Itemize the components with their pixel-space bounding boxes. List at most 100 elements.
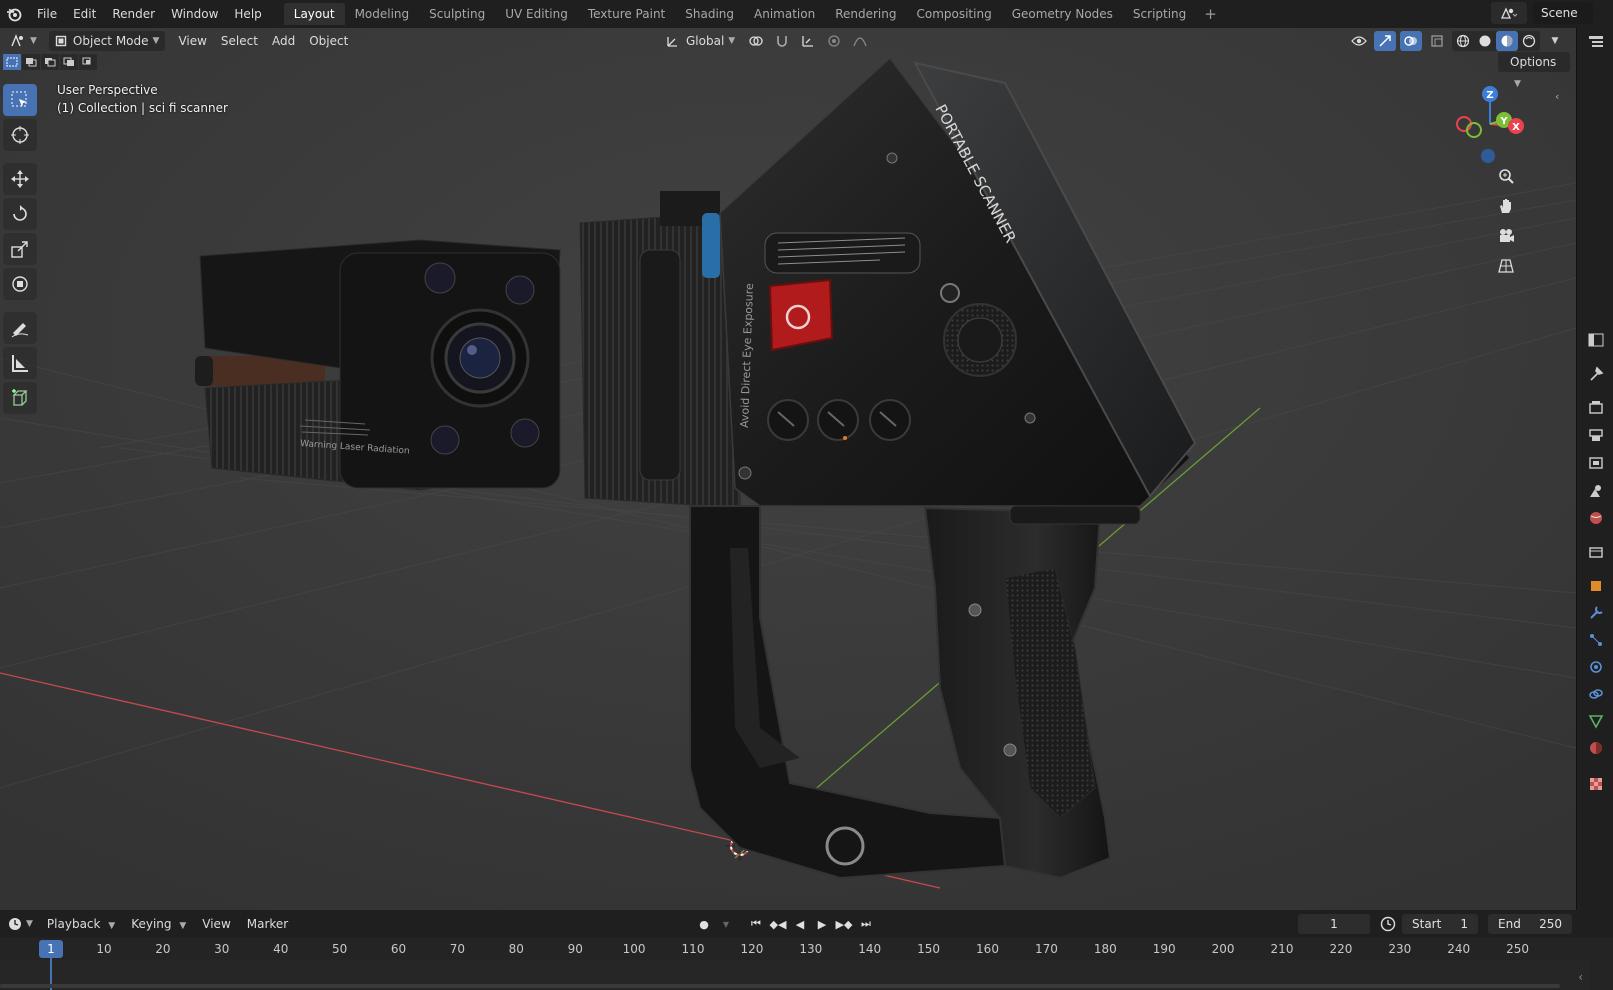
select-subtract-icon[interactable] — [41, 54, 59, 70]
wireframe-shading-icon[interactable] — [1452, 31, 1474, 51]
menu-add[interactable]: Add — [265, 31, 302, 51]
editor-type-button[interactable]: ▼ — [4, 31, 43, 51]
menu-edit[interactable]: Edit — [65, 2, 104, 26]
add-cube-tool[interactable] — [3, 382, 37, 414]
end-frame-field[interactable]: End 250 — [1488, 914, 1572, 934]
select-box-tool[interactable] — [3, 84, 37, 116]
gizmo-toggle-icon[interactable] — [1374, 31, 1396, 51]
zoom-view-button[interactable] — [1492, 162, 1520, 190]
frame-ruler[interactable]: 1 10 20 30 40 50 60 70 80 90 100 110 120 130 140 150 16… — [0, 938, 1590, 960]
sidebar-collapse-chevron-icon[interactable]: ‹ — [1555, 90, 1559, 103]
tab-rendering[interactable]: Rendering — [825, 3, 906, 25]
world-properties-icon[interactable] — [1583, 506, 1609, 530]
render-properties-icon[interactable] — [1583, 395, 1609, 419]
properties-editor-icon[interactable] — [1583, 328, 1609, 352]
jump-to-previous-keyframe-icon[interactable]: ◆◀ — [768, 914, 788, 934]
pan-view-button[interactable] — [1492, 192, 1520, 220]
tab-texture-paint[interactable]: Texture Paint — [578, 3, 675, 25]
select-new-icon[interactable] — [3, 54, 21, 70]
texture-properties-icon[interactable] — [1583, 772, 1609, 796]
material-preview-shading-icon[interactable] — [1496, 31, 1518, 51]
material-properties-icon[interactable] — [1583, 736, 1609, 760]
measure-tool[interactable] — [3, 347, 37, 379]
pivot-point-icon[interactable] — [745, 31, 767, 51]
transform-tool[interactable] — [3, 268, 37, 300]
solid-shading-icon[interactable] — [1474, 31, 1496, 51]
select-difference-icon[interactable] — [60, 54, 78, 70]
menu-render[interactable]: Render — [104, 2, 163, 26]
select-intersect-icon[interactable] — [79, 54, 97, 70]
output-properties-icon[interactable] — [1583, 423, 1609, 447]
scene-icon[interactable] — [1491, 2, 1527, 24]
jump-to-start-icon[interactable]: ⏮ — [746, 914, 766, 934]
constraints-properties-icon[interactable] — [1583, 682, 1609, 706]
tab-modeling[interactable]: Modeling — [345, 3, 420, 25]
outliner-editor-icon[interactable] — [1583, 30, 1609, 54]
tab-scripting[interactable]: Scripting — [1123, 3, 1196, 25]
menu-view[interactable]: View — [171, 31, 213, 51]
play-icon[interactable]: ▶ — [812, 914, 832, 934]
snap-target-icon[interactable] — [797, 31, 819, 51]
select-extend-icon[interactable] — [22, 54, 40, 70]
menu-keying[interactable]: Keying ▼ — [123, 917, 194, 931]
tab-geometry-nodes[interactable]: Geometry Nodes — [1002, 3, 1123, 25]
move-tool[interactable] — [3, 163, 37, 195]
physics-properties-icon[interactable] — [1583, 655, 1609, 679]
tool-properties-icon[interactable] — [1583, 362, 1609, 386]
3d-viewport[interactable]: Warning Laser Radiation PORTABLE SCANNER — [0, 28, 1576, 910]
perspective-toggle-button[interactable] — [1492, 252, 1520, 280]
collection-properties-icon[interactable] — [1583, 540, 1609, 564]
menu-playback[interactable]: Playback ▼ — [39, 917, 123, 931]
preview-range-clock-icon[interactable] — [1380, 916, 1396, 935]
start-frame-field[interactable]: Start 1 — [1402, 914, 1478, 934]
data-properties-icon[interactable] — [1583, 709, 1609, 733]
menu-object[interactable]: Object — [302, 31, 355, 51]
rotate-tool[interactable] — [3, 198, 37, 230]
menu-file[interactable]: File — [29, 2, 65, 26]
timeline-expand-chevron-icon[interactable]: ‹ — [1578, 970, 1583, 984]
visibility-eye-icon[interactable] — [1348, 31, 1370, 51]
shading-options-chevron-icon[interactable]: ▼ — [1544, 31, 1566, 51]
current-frame-field[interactable]: 1 — [1298, 914, 1370, 934]
jump-to-end-icon[interactable]: ⏭ — [856, 914, 876, 934]
tab-uv-editing[interactable]: UV Editing — [495, 3, 578, 25]
tab-animation[interactable]: Animation — [744, 3, 825, 25]
mode-dropdown[interactable]: Object Mode ▼ — [48, 31, 166, 51]
tab-layout[interactable]: Layout — [283, 3, 345, 25]
object-properties-icon[interactable] — [1583, 574, 1609, 598]
view-layer-properties-icon[interactable] — [1583, 451, 1609, 475]
timeline-editor-type-button[interactable]: ▼ — [2, 914, 39, 934]
options-dropdown[interactable]: Options ▼ — [1498, 52, 1570, 89]
keying-options-chevron-icon[interactable]: ▼ — [716, 914, 736, 934]
jump-to-next-keyframe-icon[interactable]: ▶◆ — [834, 914, 854, 934]
blender-logo-icon[interactable] — [3, 3, 25, 25]
tab-compositing[interactable]: Compositing — [906, 3, 1001, 25]
modifier-properties-icon[interactable] — [1583, 601, 1609, 625]
menu-timeline-view[interactable]: View — [194, 917, 238, 931]
orientation-dropdown[interactable]: Global ▼ — [660, 31, 741, 51]
tab-shading[interactable]: Shading — [675, 3, 744, 25]
rendered-shading-icon[interactable] — [1518, 31, 1540, 51]
auto-keying-record-icon[interactable]: ● — [694, 914, 714, 934]
play-reverse-icon[interactable]: ◀ — [790, 914, 810, 934]
playhead-frame-indicator[interactable]: 1 — [39, 940, 63, 958]
scene-name-field[interactable]: Scene — [1533, 2, 1593, 24]
annotate-tool[interactable] — [3, 312, 37, 344]
camera-view-button[interactable] — [1492, 222, 1520, 250]
menu-select[interactable]: Select — [214, 31, 265, 51]
cursor-tool[interactable] — [3, 119, 37, 151]
menu-marker[interactable]: Marker — [239, 917, 296, 931]
falloff-icon[interactable] — [849, 31, 871, 51]
scene-properties-icon[interactable] — [1583, 479, 1609, 503]
xray-toggle-icon[interactable] — [1426, 31, 1448, 51]
menu-window[interactable]: Window — [163, 2, 226, 26]
timeline-scrollbar[interactable] — [0, 984, 1560, 988]
particles-properties-icon[interactable] — [1583, 628, 1609, 652]
menu-help[interactable]: Help — [226, 2, 269, 26]
add-workspace-button[interactable]: + — [1196, 3, 1225, 25]
snap-icon[interactable] — [771, 31, 793, 51]
overlays-toggle-icon[interactable] — [1400, 31, 1422, 51]
navigation-gizmo[interactable]: Z Y X — [1452, 84, 1540, 170]
tab-sculpting[interactable]: Sculpting — [419, 3, 495, 25]
scale-tool[interactable] — [3, 233, 37, 265]
